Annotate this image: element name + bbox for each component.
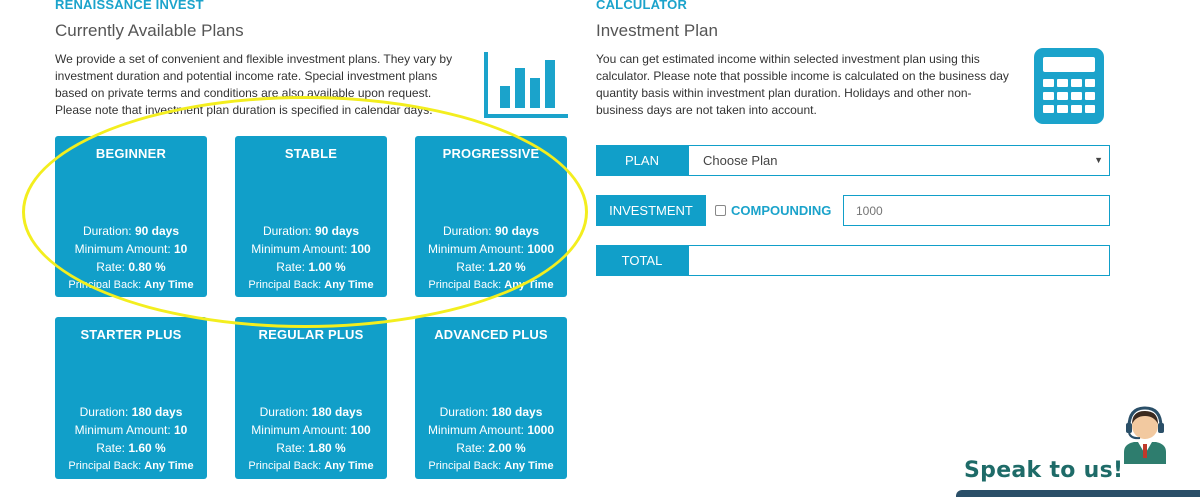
plan-card-progressive[interactable]: PROGRESSIVE Duration: 90 days Minimum Am… <box>415 136 567 297</box>
calculator-description-line: quantity basis within investment plan du… <box>596 86 972 100</box>
plan-principal-back: Principal Back: Any Time <box>68 460 194 472</box>
plan-min-amount: Minimum Amount: 1000 <box>427 423 555 437</box>
total-output <box>688 245 1110 276</box>
compounding-checkbox[interactable] <box>715 205 726 216</box>
plans-description-line: Please note that investment plan duratio… <box>55 103 433 117</box>
plan-card-advanced-plus[interactable]: ADVANCED PLUS Duration: 180 days Minimum… <box>415 317 567 479</box>
plan-rate: Rate: 1.60 % <box>96 441 166 455</box>
plan-min-amount: Minimum Amount: 100 <box>251 423 371 437</box>
plans-description-line: investment duration and potential income… <box>55 69 438 83</box>
plans-title: Currently Available Plans <box>55 21 244 40</box>
calculator-description-line: calculator. Please note that possible in… <box>596 69 1009 83</box>
plans-description: We provide a set of convenient and flexi… <box>55 51 475 119</box>
plan-min-amount: Minimum Amount: 10 <box>74 242 188 256</box>
calculator-description-line: You can get estimated income within sele… <box>596 52 980 66</box>
calculator-icon <box>1034 48 1104 124</box>
plan-rate: Rate: 1.80 % <box>276 441 346 455</box>
plan-card-beginner[interactable]: BEGINNER Duration: 90 days Minimum Amoun… <box>55 136 207 297</box>
plan-name: PROGRESSIVE <box>442 146 540 161</box>
plan-rate: Rate: 2.00 % <box>456 441 526 455</box>
total-label: TOTAL <box>596 245 688 276</box>
total-row: TOTAL <box>596 245 1110 276</box>
speak-to-us-widget[interactable]: Speak to us! <box>956 402 1200 497</box>
plan-card-stable[interactable]: STABLE Duration: 90 days Minimum Amount:… <box>235 136 387 297</box>
plan-principal-back: Principal Back: Any Time <box>428 460 554 472</box>
plan-select[interactable]: Choose Plan ▼ <box>688 145 1110 176</box>
plan-name: REGULAR PLUS <box>258 327 364 342</box>
investment-amount-input[interactable] <box>843 195 1110 226</box>
plan-duration: Duration: 90 days <box>82 224 180 238</box>
calculator-description: You can get estimated income within sele… <box>596 51 1026 119</box>
support-agent-icon <box>1124 406 1166 464</box>
investment-row: INVESTMENT COMPOUNDING <box>596 195 1110 226</box>
plan-duration: Duration: 90 days <box>442 224 540 238</box>
plan-duration: Duration: 180 days <box>79 405 183 419</box>
plan-principal-back: Principal Back: Any Time <box>68 279 194 291</box>
plan-card-regular-plus[interactable]: REGULAR PLUS Duration: 180 days Minimum … <box>235 317 387 479</box>
plan-duration: Duration: 180 days <box>259 405 363 419</box>
calculator-description-line: business days are not taken into account… <box>596 103 817 117</box>
plan-card-starter-plus[interactable]: STARTER PLUS Duration: 180 days Minimum … <box>55 317 207 479</box>
plan-name: ADVANCED PLUS <box>434 327 548 342</box>
plans-description-line: We provide a set of convenient and flexi… <box>55 52 453 66</box>
plan-min-amount: Minimum Amount: 10 <box>74 423 188 437</box>
plan-principal-back: Principal Back: Any Time <box>248 460 374 472</box>
compounding-label: COMPOUNDING <box>731 203 832 218</box>
plan-principal-back: Principal Back: Any Time <box>428 279 554 291</box>
plans-description-line: based on private terms and conditions ar… <box>55 86 432 100</box>
bar-chart-icon <box>484 52 568 118</box>
section-tag-plans: RENAISSANCE INVEST <box>55 0 204 12</box>
plan-rate: Rate: 0.80 % <box>96 260 166 274</box>
plan-min-amount: Minimum Amount: 100 <box>251 242 371 256</box>
plan-name: BEGINNER <box>95 146 167 161</box>
chevron-down-icon: ▼ <box>1094 155 1103 165</box>
plan-duration: Duration: 180 days <box>439 405 543 419</box>
plan-rate: Rate: 1.20 % <box>456 260 526 274</box>
section-tag-calculator: CALCULATOR <box>596 0 688 12</box>
plan-row: PLAN Choose Plan ▼ <box>596 145 1110 176</box>
plan-principal-back: Principal Back: Any Time <box>248 279 374 291</box>
plan-duration: Duration: 90 days <box>262 224 360 238</box>
plan-select-value: Choose Plan <box>703 153 778 168</box>
plan-rate: Rate: 1.00 % <box>276 260 346 274</box>
plan-min-amount: Minimum Amount: 1000 <box>427 242 555 256</box>
compounding-toggle[interactable]: COMPOUNDING <box>715 195 831 226</box>
investment-label: INVESTMENT <box>596 195 706 226</box>
speak-to-us-label: Speak to us! <box>964 458 1124 483</box>
plan-name: STARTER PLUS <box>80 327 182 342</box>
support-bar <box>956 490 1200 497</box>
plan-name: STABLE <box>284 146 338 161</box>
plan-label: PLAN <box>596 145 688 176</box>
calculator-title: Investment Plan <box>596 21 718 40</box>
